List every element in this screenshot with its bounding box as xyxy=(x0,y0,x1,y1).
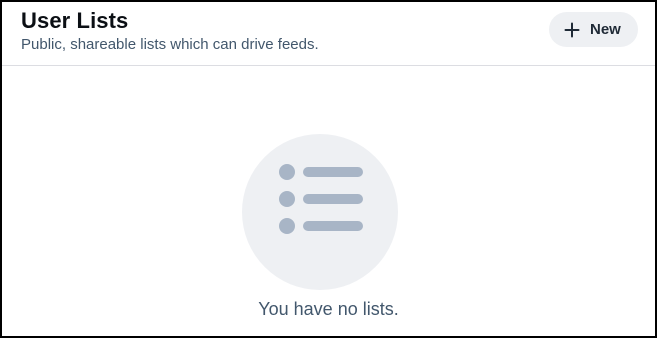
list-icon xyxy=(279,164,363,234)
empty-message: You have no lists. xyxy=(258,299,399,319)
empty-state: You have no lists. xyxy=(2,67,655,336)
page-subtitle: Public, shareable lists which can drive … xyxy=(21,36,319,53)
new-list-button[interactable]: New xyxy=(549,12,638,47)
empty-illustration xyxy=(242,134,398,290)
plus-icon xyxy=(564,22,580,38)
page-title: User Lists xyxy=(21,8,129,33)
new-button-label: New xyxy=(590,21,621,38)
header: User Lists Public, shareable lists which… xyxy=(2,2,655,66)
user-lists-panel: User Lists Public, shareable lists which… xyxy=(0,0,657,338)
